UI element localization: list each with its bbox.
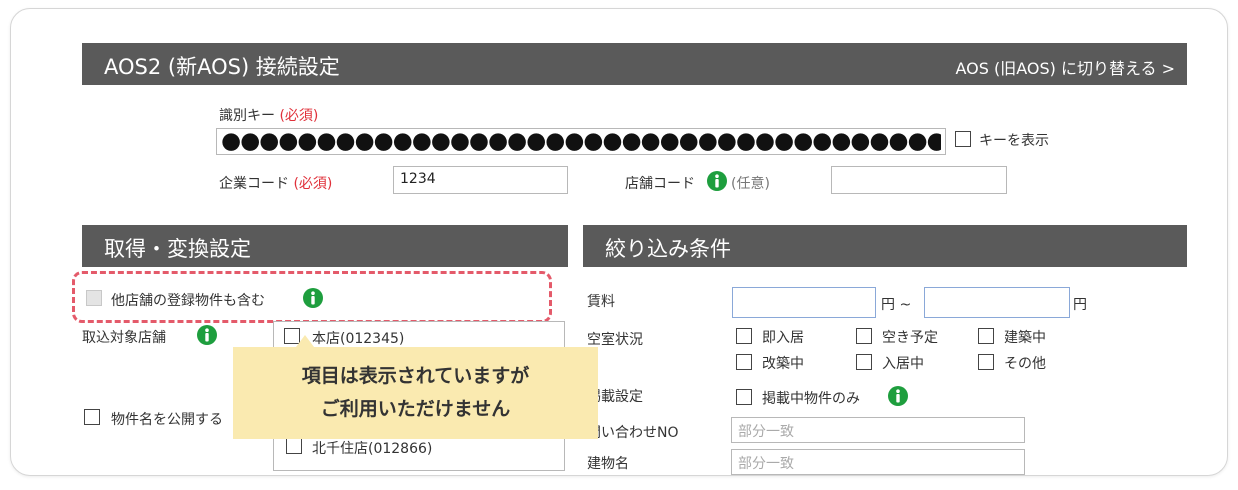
publish-name-label: 物件名を公開する [111, 412, 223, 428]
vacancy-checkbox-5[interactable] [978, 354, 994, 370]
tooltip-line-2: ご利用いただけません [320, 398, 511, 420]
rent-max-input[interactable] [924, 287, 1070, 318]
tooltip-line-1: 項目は表示されていますが [301, 365, 530, 387]
company-code-label: 企業コード (必須) [219, 173, 332, 193]
vacancy-checkbox-1[interactable] [856, 328, 872, 344]
listing-only-label: 掲載中物件のみ [762, 391, 860, 407]
aos2-title: AOS2 (新AOS) 接続設定 [104, 55, 340, 79]
key-required: (必須) [279, 108, 319, 124]
rent-yen: 円 [1073, 297, 1087, 313]
building-placeholder: 部分一致 [738, 456, 794, 472]
target-store-info-icon[interactable] [197, 325, 217, 345]
key-input[interactable]: ●●●●●●●●●●●●●●●●●●●●●●●●●●●●●●●●●●●●●● [216, 128, 946, 155]
vacancy-option-2: 建築中 [1004, 330, 1046, 346]
acquire-title: 取得・変換設定 [104, 237, 251, 261]
vacancy-checkbox-2[interactable] [978, 328, 994, 344]
company-code-value: 1234 [400, 171, 436, 187]
show-key-checkbox[interactable] [955, 131, 971, 147]
listing-only-checkbox[interactable] [736, 389, 752, 405]
listing-info-icon[interactable] [888, 386, 908, 406]
company-code-label-text: 企業コード [219, 176, 289, 192]
include-other-stores-checkbox[interactable] [86, 290, 102, 306]
unavailable-tooltip: 項目は表示されていますが ご利用いただけません [233, 347, 598, 439]
vacancy-option-4: 入居中 [882, 356, 924, 372]
settings-card: AOS2 (新AOS) 接続設定 AOS (旧AOS) に切り替える > 識別キ… [10, 8, 1228, 476]
publish-name-checkbox[interactable] [84, 409, 100, 425]
rent-label: 賃料 [587, 294, 615, 310]
aos2-header-bar: AOS2 (新AOS) 接続設定 AOS (旧AOS) に切り替える > [82, 43, 1187, 85]
target-store-label: 取込対象店舗 [82, 330, 166, 346]
include-other-stores-info-icon[interactable] [303, 288, 323, 308]
vacancy-checkbox-0[interactable] [736, 328, 752, 344]
filter-title: 絞り込み条件 [605, 237, 731, 261]
store-item-1: 北千住店(012866) [312, 441, 433, 457]
store-item-0: 本店(012345) [312, 331, 405, 347]
vacancy-checkbox-3[interactable] [736, 354, 752, 370]
show-key-label: キーを表示 [979, 133, 1049, 149]
tooltip-arrow [296, 335, 314, 347]
store-code-label: 店舗コード [625, 176, 695, 192]
store-code-optional: (任意) [731, 176, 770, 192]
vacancy-checkbox-4[interactable] [856, 354, 872, 370]
building-label: 建物名 [587, 456, 629, 472]
store-code-info-icon[interactable] [707, 171, 727, 191]
rent-yen-tilde: 円 ~ [881, 297, 912, 313]
building-input[interactable]: 部分一致 [731, 449, 1025, 475]
include-other-stores-label: 他店舗の登録物件も含む [111, 293, 265, 309]
store-code-input[interactable] [831, 166, 1007, 194]
store-checkbox-1[interactable] [286, 438, 302, 454]
inquiry-label: 問い合わせNO [587, 425, 679, 441]
company-code-required: (必須) [293, 176, 333, 192]
vacancy-option-0: 即入居 [762, 330, 804, 346]
company-code-input[interactable]: 1234 [393, 166, 568, 194]
key-masked-value: ●●●●●●●●●●●●●●●●●●●●●●●●●●●●●●●●●●●●●● [221, 128, 941, 154]
acquire-header-bar: 取得・変換設定 [82, 225, 568, 267]
vacancy-option-1: 空き予定 [882, 330, 938, 346]
inquiry-input[interactable]: 部分一致 [731, 417, 1025, 443]
switch-to-aos-link[interactable]: AOS (旧AOS) に切り替える > [956, 55, 1176, 79]
vacancy-option-5: その他 [1004, 356, 1046, 372]
key-label-text: 識別キー [219, 108, 275, 124]
vacancy-label: 空室状況 [587, 332, 643, 348]
vacancy-option-3: 改築中 [762, 356, 804, 372]
key-label: 識別キー (必須) [219, 105, 318, 125]
filter-header-bar: 絞り込み条件 [583, 225, 1187, 267]
inquiry-placeholder: 部分一致 [738, 424, 794, 440]
rent-min-input[interactable] [732, 287, 876, 318]
